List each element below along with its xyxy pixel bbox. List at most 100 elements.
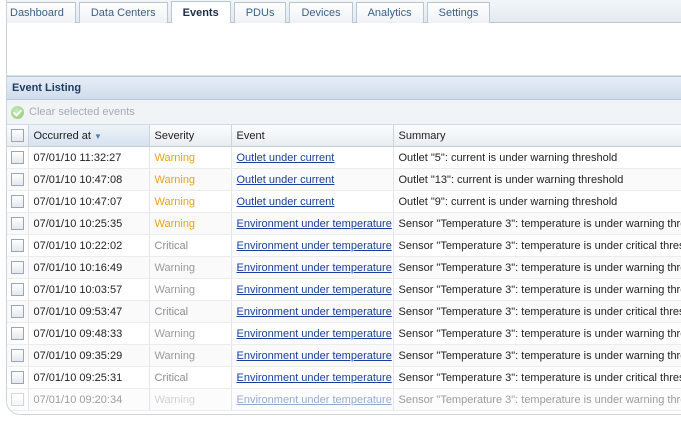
row-select-checkbox[interactable] bbox=[11, 261, 24, 274]
cell-occurred-at: 07/01/10 09:20:34 bbox=[28, 388, 150, 411]
cell-severity: Warning bbox=[149, 256, 232, 279]
table-row[interactable]: 07/01/10 09:35:29 Warning Environment unde… bbox=[7, 344, 681, 367]
column-header-summary[interactable]: Summary bbox=[393, 125, 681, 147]
tab-settings[interactable]: Settings bbox=[426, 2, 491, 23]
event-link[interactable]: Outlet under current bbox=[237, 196, 335, 208]
row-select-cell bbox=[7, 168, 29, 191]
event-link[interactable]: Environment under temperature bbox=[237, 394, 392, 406]
table-row[interactable]: 07/01/10 09:48:33 Warning Environment unde… bbox=[7, 322, 681, 345]
event-link[interactable]: Environment under temperature bbox=[237, 284, 392, 296]
table-row[interactable]: 07/01/10 09:53:47 Critical Environment und… bbox=[7, 300, 681, 323]
cell-occurred-at: 07/01/10 10:47:07 bbox=[28, 190, 150, 213]
cell-event: Environment under temperature bbox=[231, 234, 394, 257]
cell-summary: Sensor "Temperature 3": temperature is u… bbox=[393, 256, 681, 279]
cell-severity: Critical bbox=[149, 366, 232, 389]
row-select-cell bbox=[7, 322, 29, 345]
cell-summary: Sensor "Temperature 3": temperature is u… bbox=[393, 234, 681, 257]
cell-severity: Warning bbox=[154, 217, 196, 230]
column-header-label: Occurred at bbox=[33, 129, 91, 142]
event-toolbar: Clear selected events bbox=[7, 100, 681, 125]
event-link[interactable]: Environment under temperature bbox=[237, 306, 392, 318]
cell-occurred-at: 07/01/10 10:25:35 bbox=[33, 217, 123, 230]
clear-selected-events-button[interactable]: Clear selected events bbox=[29, 106, 135, 118]
cell-occurred-at: 07/01/10 10:47:07 bbox=[33, 195, 123, 208]
column-header-label: Severity bbox=[154, 129, 195, 142]
cell-occurred-at: 07/01/10 10:47:08 bbox=[33, 173, 123, 186]
event-link[interactable]: Environment under temperature bbox=[237, 218, 392, 230]
cell-severity: Warning bbox=[154, 283, 196, 296]
row-select-checkbox[interactable] bbox=[11, 349, 24, 362]
panel-title: Event Listing bbox=[7, 76, 681, 100]
table-row[interactable]: 07/01/10 11:32:27 Warning Outlet under cur… bbox=[7, 146, 681, 169]
row-select-cell bbox=[7, 300, 29, 323]
row-select-checkbox[interactable] bbox=[11, 305, 24, 318]
column-header-event[interactable]: Event bbox=[231, 125, 394, 147]
tab-devices[interactable]: Devices bbox=[289, 2, 353, 23]
row-select-checkbox[interactable] bbox=[11, 195, 24, 208]
row-select-cell bbox=[7, 146, 29, 169]
cell-severity: Warning bbox=[149, 190, 232, 213]
table-row[interactable]: 07/01/10 09:20:34 Warning Environment unde… bbox=[7, 388, 681, 411]
cell-summary: Sensor "Temperature 3": temperature is u… bbox=[398, 305, 681, 318]
cell-event: Environment under temperature bbox=[231, 322, 394, 345]
row-select-checkbox[interactable] bbox=[11, 217, 24, 230]
row-select-checkbox[interactable] bbox=[11, 393, 24, 406]
row-select-cell bbox=[7, 190, 29, 213]
row-select-checkbox[interactable] bbox=[11, 151, 24, 164]
cell-occurred-at: 07/01/10 09:53:47 bbox=[33, 305, 123, 318]
cell-event: Environment under temperature bbox=[231, 366, 394, 389]
row-select-checkbox[interactable] bbox=[11, 283, 24, 296]
panel-title-text: Event Listing bbox=[12, 82, 82, 94]
cell-severity: Warning bbox=[154, 349, 196, 362]
column-header-occurred-at[interactable]: Occurred at ▼ bbox=[28, 125, 150, 147]
column-header-severity[interactable]: Severity bbox=[149, 125, 232, 147]
tab-data-centers[interactable]: Data Centers bbox=[78, 2, 168, 23]
cell-summary: Outlet "13": current is under warning th… bbox=[393, 168, 681, 191]
cell-summary: Sensor "Temperature 3": temperature is u… bbox=[393, 300, 681, 323]
tab-label: PDUs bbox=[245, 7, 275, 19]
cell-occurred-at: 07/01/10 09:35:29 bbox=[28, 344, 150, 367]
tab-analytics[interactable]: Analytics bbox=[355, 2, 424, 23]
cell-occurred-at: 07/01/10 10:16:49 bbox=[33, 261, 123, 274]
event-link[interactable]: Outlet under current bbox=[237, 174, 335, 186]
event-link[interactable]: Environment under temperature bbox=[237, 350, 392, 362]
tab-label: Analytics bbox=[367, 7, 412, 19]
table-row[interactable]: 07/01/10 10:16:49 Warning Environment unde… bbox=[7, 256, 681, 279]
select-all-checkbox[interactable] bbox=[11, 129, 24, 142]
cell-event: Outlet under current bbox=[231, 168, 394, 191]
cell-event: Environment under temperature bbox=[231, 212, 394, 235]
tab-dashboard[interactable]: Dashboard bbox=[7, 2, 76, 23]
cell-severity: Critical bbox=[154, 239, 189, 252]
main-tab-bar: Dashboard Data Centers Events PDUs Devices An… bbox=[7, 0, 681, 23]
event-link[interactable]: Environment under temperature bbox=[237, 372, 392, 384]
table-row[interactable]: 07/01/10 10:25:35 Warning Environment unde… bbox=[7, 212, 681, 235]
table-row[interactable]: 07/01/10 10:03:57 Warning Environment unde… bbox=[7, 278, 681, 301]
cell-summary: Sensor "Temperature 3": temperature is u… bbox=[398, 283, 681, 296]
cell-severity: Warning bbox=[149, 212, 232, 235]
row-select-checkbox[interactable] bbox=[11, 327, 24, 340]
cell-severity: Warning bbox=[154, 173, 196, 186]
event-link[interactable]: Outlet under current bbox=[237, 152, 335, 164]
table-row[interactable]: 07/01/10 10:47:07 Warning Outlet under cur… bbox=[7, 190, 681, 213]
tab-pdus[interactable]: PDUs bbox=[233, 2, 287, 23]
tab-events[interactable]: Events bbox=[170, 1, 231, 23]
cell-summary: Outlet "5": current is under warning thr… bbox=[393, 146, 681, 169]
cell-summary: Outlet "9": current is under warning thr… bbox=[393, 190, 681, 213]
event-link[interactable]: Environment under temperature bbox=[237, 240, 392, 252]
table-row[interactable]: 07/01/10 10:22:02 Critical Environment und… bbox=[7, 234, 681, 257]
row-select-checkbox[interactable] bbox=[11, 173, 24, 186]
tab-label: Dashboard bbox=[10, 7, 64, 19]
cell-summary: Sensor "Temperature 3": temperature is u… bbox=[398, 349, 681, 362]
row-select-cell bbox=[7, 388, 29, 411]
cell-occurred-at: 07/01/10 10:03:57 bbox=[33, 283, 123, 296]
table-row[interactable]: 07/01/10 09:25:31 Critical Environment und… bbox=[7, 366, 681, 389]
row-select-cell bbox=[7, 366, 29, 389]
row-select-checkbox[interactable] bbox=[11, 239, 24, 252]
event-link[interactable]: Environment under temperature bbox=[237, 328, 392, 340]
cell-event: Environment under temperature bbox=[231, 300, 394, 323]
cell-severity: Critical bbox=[154, 371, 189, 384]
cell-event: Outlet under current bbox=[231, 146, 394, 169]
row-select-checkbox[interactable] bbox=[11, 371, 24, 384]
table-row[interactable]: 07/01/10 10:47:08 Warning Outlet under cur… bbox=[7, 168, 681, 191]
event-link[interactable]: Environment under temperature bbox=[237, 262, 392, 274]
